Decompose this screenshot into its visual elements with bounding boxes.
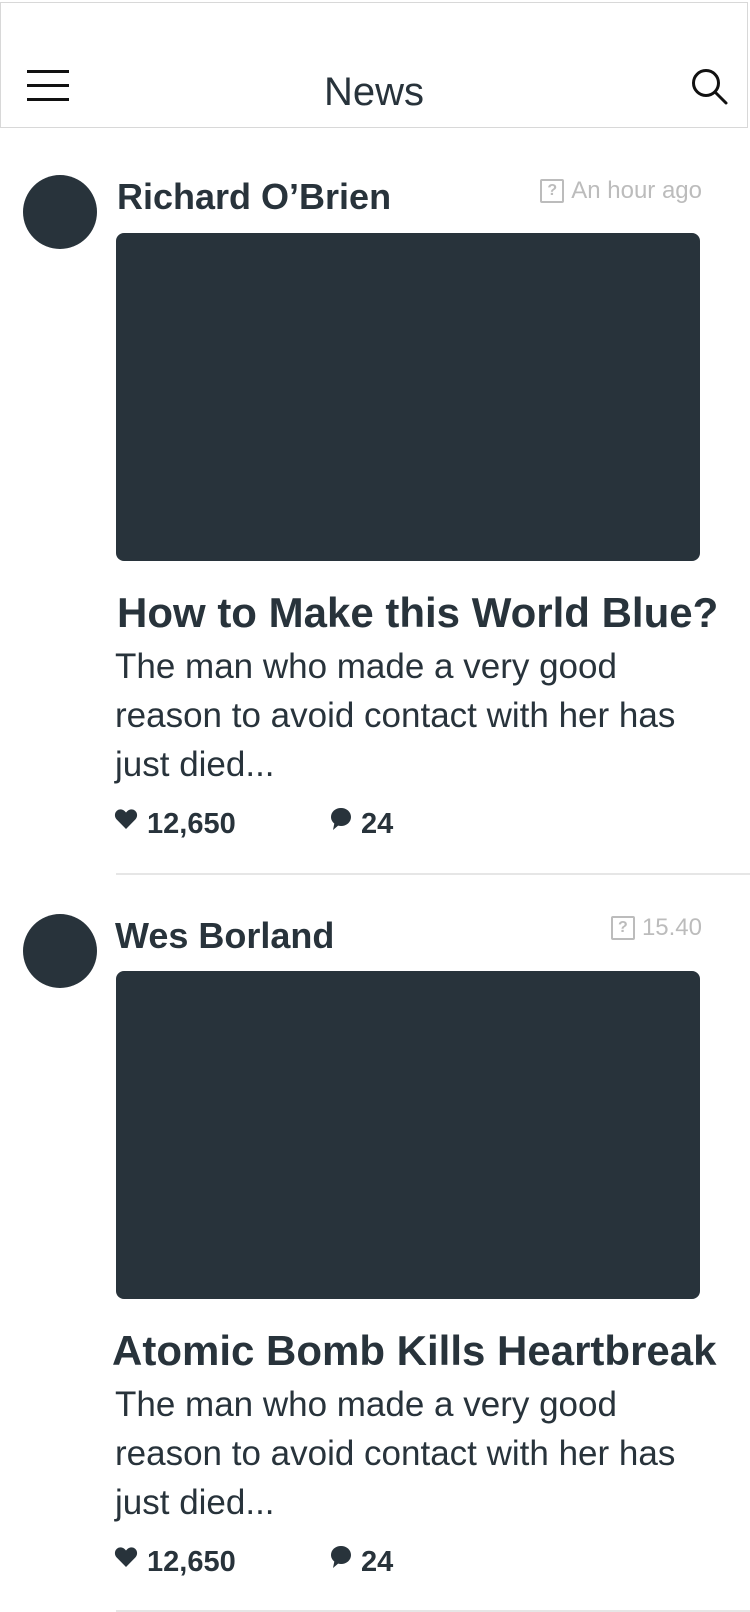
post-title[interactable]: How to Make this World Blue?	[117, 589, 718, 637]
author-name[interactable]: Wes Borland	[115, 916, 334, 956]
likes-value: 12,650	[147, 1546, 236, 1578]
likes-count[interactable]: 12,650	[114, 807, 254, 841]
author-name[interactable]: Richard O’Brien	[117, 177, 391, 217]
page-title: News	[323, 70, 425, 114]
comments-value: 24	[361, 808, 394, 840]
comments-value: 24	[361, 1546, 394, 1578]
comments-count[interactable]: 24	[330, 1545, 400, 1579]
app-header: News	[0, 2, 748, 128]
time-icon: ?	[610, 916, 635, 940]
post-excerpt: The man who made a very good reason to a…	[115, 647, 676, 784]
search-icon[interactable]	[691, 68, 729, 106]
post-divider	[116, 873, 750, 875]
heart-icon	[114, 809, 138, 829]
post-image[interactable]	[116, 233, 700, 561]
post-time: ? An hour ago	[540, 177, 702, 205]
post-title[interactable]: Atomic Bomb Kills Heartbreak	[112, 1327, 717, 1375]
heart-icon	[114, 1547, 138, 1567]
post-time-label: 15.40	[641, 914, 702, 941]
comment-bubble-icon	[331, 808, 351, 830]
post-image[interactable]	[116, 971, 700, 1299]
likes-value: 12,650	[147, 808, 236, 840]
time-icon: ?	[540, 179, 565, 203]
comments-count[interactable]: 24	[330, 807, 400, 841]
post-time: ? 15.40	[610, 914, 702, 942]
author-avatar[interactable]	[23, 914, 97, 988]
post-excerpt: The man who made a very good reason to a…	[115, 1385, 676, 1522]
author-avatar[interactable]	[23, 175, 97, 249]
comment-bubble-icon	[331, 1546, 351, 1568]
post-time-label: An hour ago	[571, 177, 702, 204]
likes-count[interactable]: 12,650	[114, 1545, 254, 1579]
